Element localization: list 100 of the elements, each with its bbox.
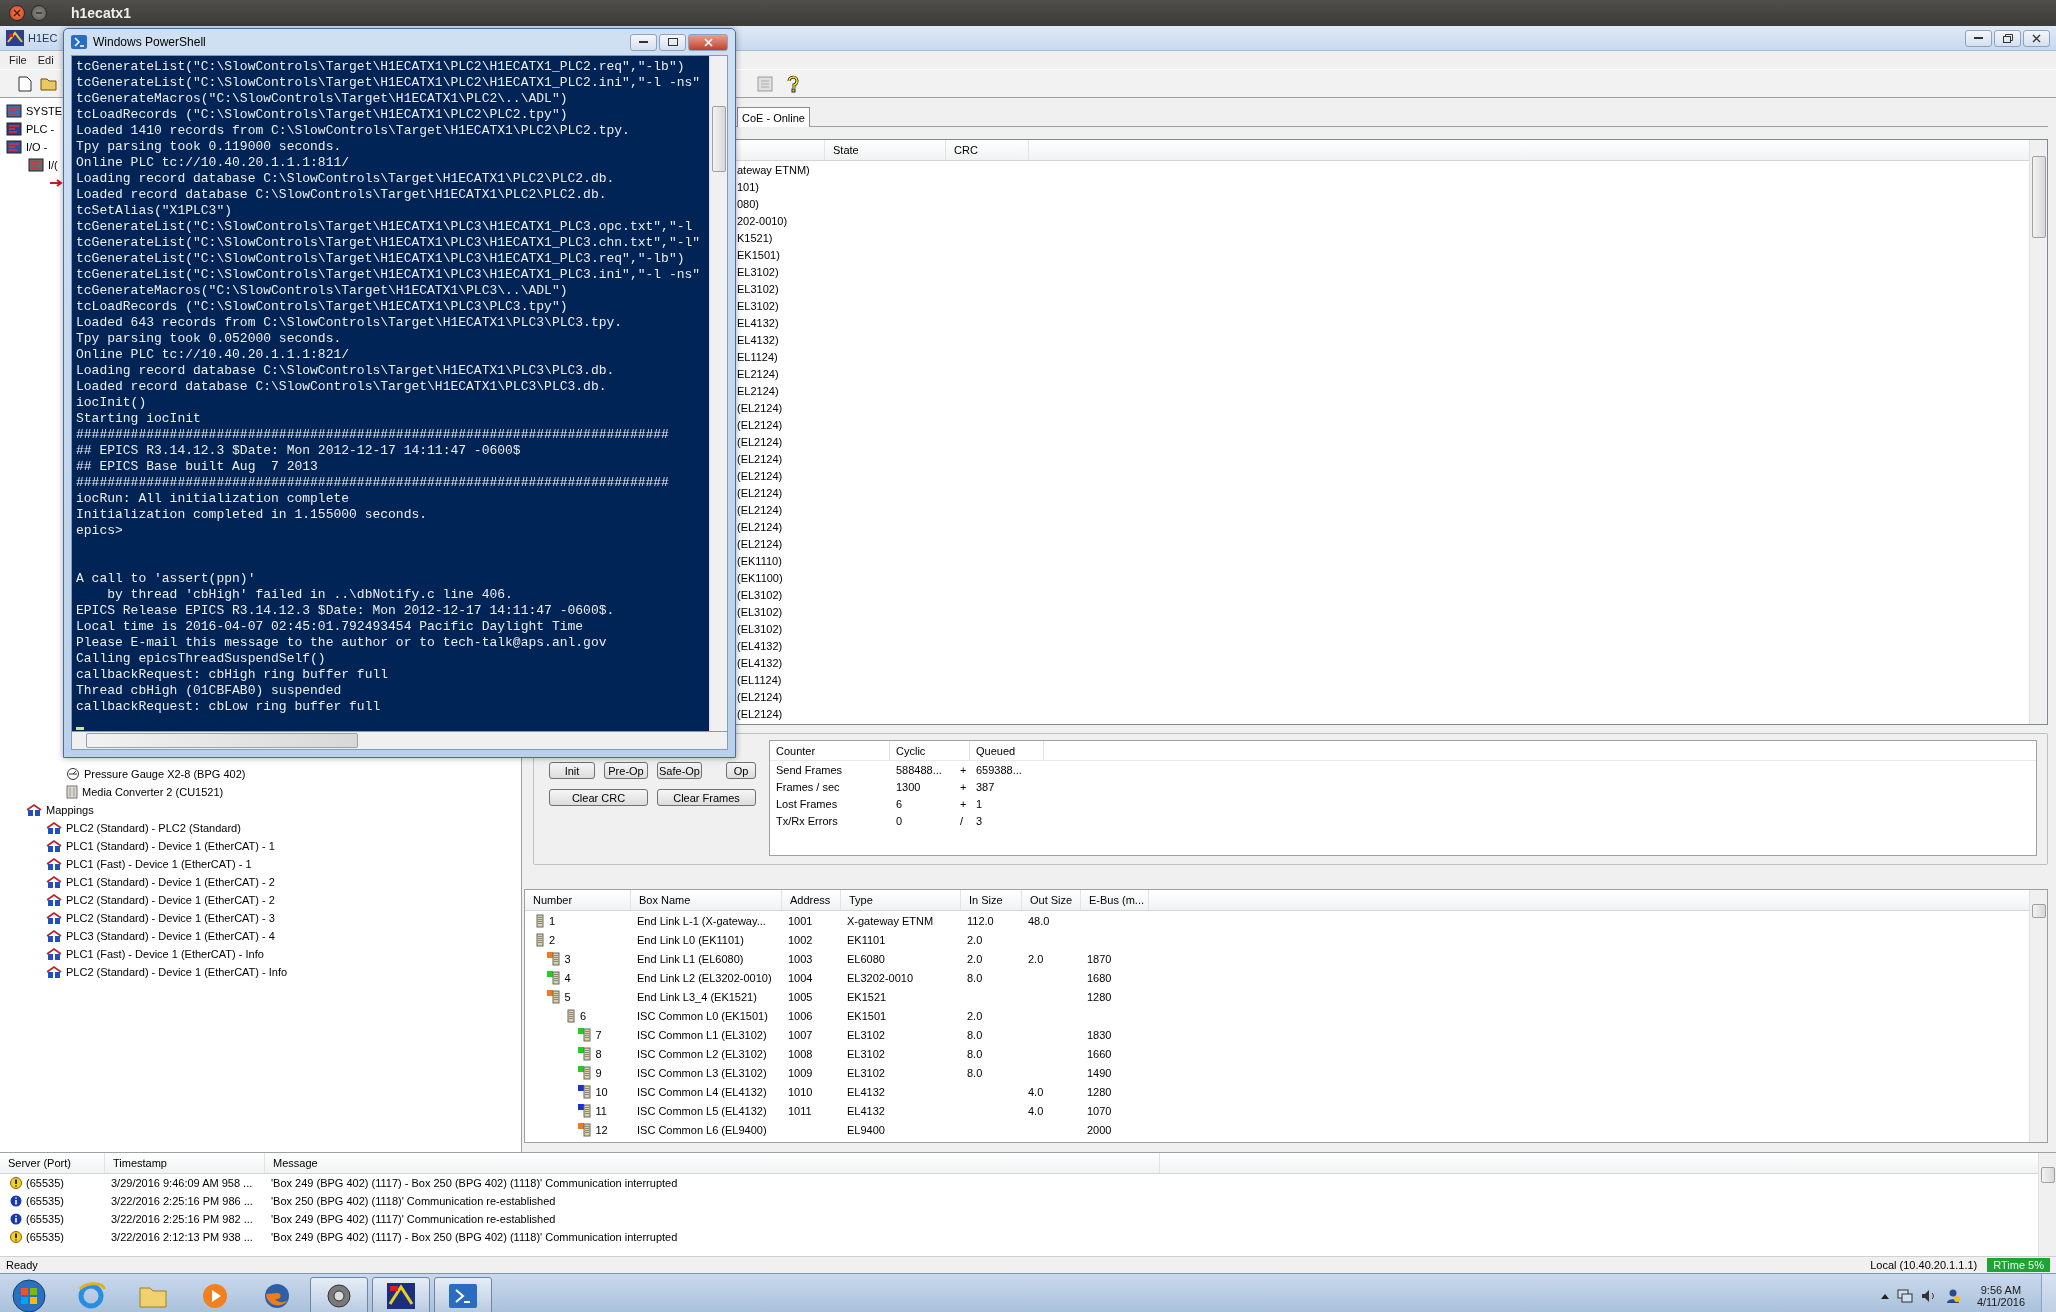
table-row[interactable]: 6 ISC Common L0 (EK1501) 1006 EK1501 2.0 — [525, 1006, 2029, 1025]
close-button[interactable] — [9, 5, 25, 21]
state-button[interactable]: Init — [549, 762, 595, 779]
list-item[interactable]: (EL2124) — [737, 452, 783, 465]
column-header[interactable]: Out Size — [1030, 894, 1073, 906]
restore-button[interactable] — [1994, 29, 2021, 47]
column-header[interactable]: Server (Port) — [8, 1157, 71, 1169]
table-cell: 112.0 — [967, 914, 994, 927]
app-icon[interactable] — [372, 1276, 430, 1312]
list-item[interactable]: EL4132) — [737, 333, 779, 346]
column-header[interactable]: State — [833, 144, 859, 156]
tree-item[interactable]: Mappings — [46, 804, 94, 816]
list-item[interactable]: (EL2124) — [737, 520, 783, 533]
list-item[interactable]: (EL2124) — [737, 537, 783, 550]
list-item[interactable]: (EL2124) — [737, 486, 783, 499]
log-row[interactable]: (65535) 3/22/2016 2:25:16 PM 986 ... 'Box 250 (BPG 402) (1118)' Communication re-established — [0, 1192, 2038, 1210]
clear-button[interactable]: Clear CRC — [549, 789, 648, 806]
list-item[interactable]: (EL2124) — [737, 435, 783, 448]
tree-item[interactable]: Media Converter 2 (CU1521) — [82, 786, 224, 798]
state-button[interactable]: Pre-Op — [604, 762, 648, 779]
list-item[interactable]: (EK1110) — [737, 554, 782, 567]
column-header[interactable]: E-Bus (m... — [1089, 894, 1144, 906]
list-item[interactable]: (EL2124) — [737, 469, 783, 482]
tree-item[interactable]: PLC2 (Standard) - PLC2 (Standard) — [66, 822, 241, 834]
list-item[interactable]: (EL3102) — [737, 605, 783, 618]
list-item[interactable]: EL2124) — [737, 367, 779, 380]
table-row[interactable]: 2 End Link L0 (EK1101) 1002 EK1101 2.0 — [525, 930, 2029, 949]
tree-item[interactable]: Pressure Gauge X2-8 (BPG 402) — [84, 768, 246, 780]
tree-item[interactable]: I/O - — [26, 141, 48, 153]
list-item[interactable]: 101) — [737, 180, 760, 193]
column-header[interactable]: CRC — [954, 144, 978, 156]
powershell-icon[interactable] — [434, 1276, 492, 1312]
list-item[interactable]: (EL4132) — [737, 656, 783, 669]
list-item[interactable]: EK1501) — [737, 248, 780, 261]
column-header[interactable]: Address — [790, 894, 831, 906]
tree-item[interactable]: PLC1 (Fast) - Device 1 (EtherCAT) - Info — [66, 948, 264, 960]
table-row[interactable]: 5 End Link L3_4 (EK1521) 1005 EK1521 1280 — [525, 987, 2029, 1006]
list-item[interactable]: ateway ETNM) — [737, 163, 810, 176]
tree-item[interactable]: PLC2 (Standard) - Device 1 (EtherCAT) - 3 — [66, 912, 275, 924]
log-row[interactable]: (65535) 3/22/2016 2:25:16 PM 982 ... 'Box 249 (BPG 402) (1117)' Communication re-established — [0, 1210, 2038, 1228]
table-row[interactable]: 12 ISC Common L6 (EL9400) EL9400 2000 — [525, 1120, 2029, 1139]
maximize-button[interactable] — [659, 33, 686, 51]
list-item[interactable]: EL1124) — [737, 350, 778, 363]
table-cell: 3 — [564, 952, 571, 965]
list-item[interactable]: (EL1124) — [737, 673, 782, 686]
minimize-button[interactable] — [1965, 29, 1992, 47]
table-row[interactable]: 1 End Link L-1 (X-gateway... 1001 X-gateway ETNM 112.0 48.0 — [525, 911, 2029, 930]
column-header[interactable]: Number — [533, 894, 573, 906]
tree-item[interactable]: I/( — [48, 159, 58, 171]
table-row[interactable]: 3 End Link L1 (EL6080) 1003 EL6080 2.0 2.0 1870 — [525, 949, 2029, 968]
settings-icon[interactable] — [310, 1276, 368, 1312]
table-row[interactable]: 11 ISC Common L5 (EL4132) 1011 EL4132 4.0 1070 — [525, 1101, 2029, 1120]
menu-item[interactable]: Edi — [28, 54, 56, 66]
clear-button[interactable]: Clear Frames — [657, 789, 756, 806]
list-item[interactable]: K1521) — [737, 231, 773, 244]
list-item[interactable]: EL3102) — [737, 299, 779, 312]
scrollbar[interactable] — [71, 732, 728, 750]
list-item[interactable]: EL3102) — [737, 282, 779, 295]
list-item[interactable]: (EK1100) — [737, 571, 783, 584]
menu-item[interactable]: File — [0, 54, 29, 66]
list-item[interactable]: EL4132) — [737, 316, 779, 329]
tree-item[interactable]: SYSTE — [26, 105, 63, 117]
list-item[interactable]: EL2124) — [737, 384, 779, 397]
list-item[interactable]: 080) — [737, 197, 760, 210]
list-item[interactable]: (EL2124) — [737, 401, 783, 414]
list-item[interactable]: (EL3102) — [737, 588, 783, 601]
minimize-button[interactable] — [630, 33, 657, 51]
state-button[interactable]: Op — [726, 762, 756, 779]
close-button[interactable] — [2023, 29, 2050, 47]
column-header[interactable]: In Size — [969, 894, 1003, 906]
tree-item[interactable]: PLC1 (Standard) - Device 1 (EtherCAT) - 1 — [66, 840, 275, 852]
table-row[interactable]: 10 ISC Common L4 (EL4132) 1010 EL4132 4.0 1280 — [525, 1082, 2029, 1101]
table-row[interactable]: 4 End Link L2 (EL3202-0010) 1004 EL3202-0010 8.0 1680 — [525, 968, 2029, 987]
state-button[interactable]: Safe-Op — [657, 762, 702, 779]
tree-item[interactable]: PLC2 (Standard) - Device 1 (EtherCAT) - Info — [66, 966, 288, 978]
table-row[interactable]: 9 ISC Common L3 (EL3102) 1009 EL3102 8.0 1490 — [525, 1063, 2029, 1082]
tree-item[interactable]: PLC2 (Standard) - Device 1 (EtherCAT) - 2 — [66, 894, 275, 906]
list-item[interactable]: (EL2124) — [737, 503, 783, 516]
list-item[interactable]: EL3102) — [737, 265, 779, 278]
table-row[interactable]: 8 ISC Common L2 (EL3102) 1008 EL3102 8.0 1660 — [525, 1044, 2029, 1063]
column-header[interactable]: Message — [273, 1157, 318, 1169]
log-row[interactable]: (65535) 3/22/2016 2:12:13 PM 938 ... 'Box 249 (BPG 402) (1117) - Box 250 (BPG 402) (1118)' Communication interrupted — [0, 1228, 2038, 1246]
column-header[interactable]: Timestamp — [113, 1157, 167, 1169]
column-header[interactable]: Type — [849, 894, 873, 906]
list-item[interactable]: 202-0010) — [737, 214, 788, 227]
log-row[interactable]: (65535) 3/29/2016 9:46:09 AM 958 ... 'Box 249 (BPG 402) (1117) - Box 250 (BPG 402) (1118)' Communication interrupted — [0, 1174, 2038, 1192]
list-item[interactable]: (EL2124) — [737, 418, 783, 431]
tree-item[interactable]: PLC - — [26, 123, 55, 135]
tab[interactable]: CoE - Online — [737, 107, 810, 127]
table-cell: 3/22/2016 2:25:16 PM 982 ... — [111, 1213, 253, 1225]
list-item[interactable]: (EL2124) — [737, 690, 783, 703]
tree-item[interactable]: PLC1 (Standard) - Device 1 (EtherCAT) - 2 — [66, 876, 275, 888]
tree-item[interactable]: PLC1 (Fast) - Device 1 (EtherCAT) - 1 — [66, 858, 252, 870]
tree-item[interactable]: PLC3 (Standard) - Device 1 (EtherCAT) - 4 — [66, 930, 275, 942]
list-item[interactable]: (EL2124) — [737, 707, 783, 720]
new-document-icon[interactable] — [16, 73, 34, 94]
list-item[interactable]: (EL3102) — [737, 622, 783, 635]
table-row[interactable]: 7 ISC Common L1 (EL3102) 1007 EL3102 8.0 1830 — [525, 1025, 2029, 1044]
list-item[interactable]: (EL4132) — [737, 639, 783, 652]
column-header[interactable]: Box Name — [639, 894, 691, 906]
